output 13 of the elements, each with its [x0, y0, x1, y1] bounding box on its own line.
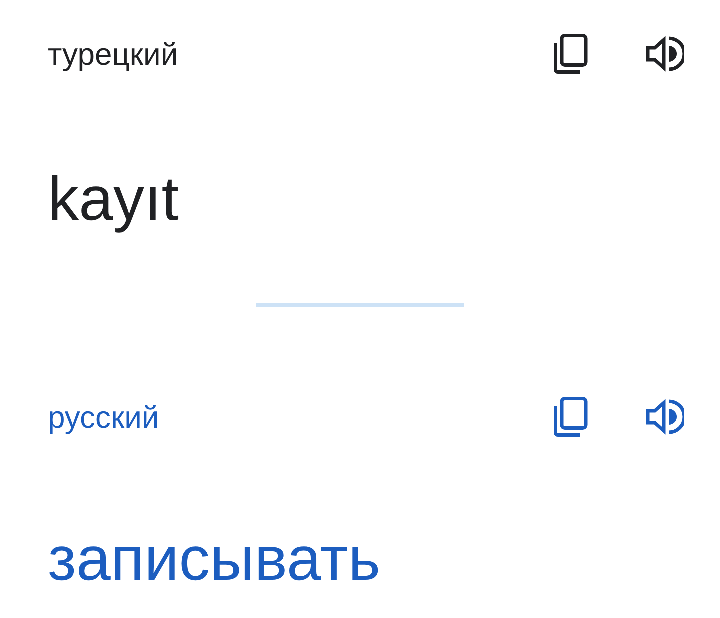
translation-text: записывать	[48, 529, 381, 591]
source-text: kayıt	[48, 169, 179, 231]
language-label: русский	[48, 402, 160, 432]
listen-button[interactable]	[646, 36, 684, 72]
drag-handle[interactable]	[256, 303, 464, 307]
copy-icon	[554, 34, 588, 74]
copy-button[interactable]	[554, 397, 588, 437]
language-label: турецкий	[48, 38, 178, 70]
speaker-icon	[646, 36, 684, 72]
listen-button[interactable]	[646, 399, 684, 435]
copy-button[interactable]	[554, 34, 588, 74]
speaker-icon	[646, 399, 684, 435]
copy-icon	[554, 397, 588, 437]
